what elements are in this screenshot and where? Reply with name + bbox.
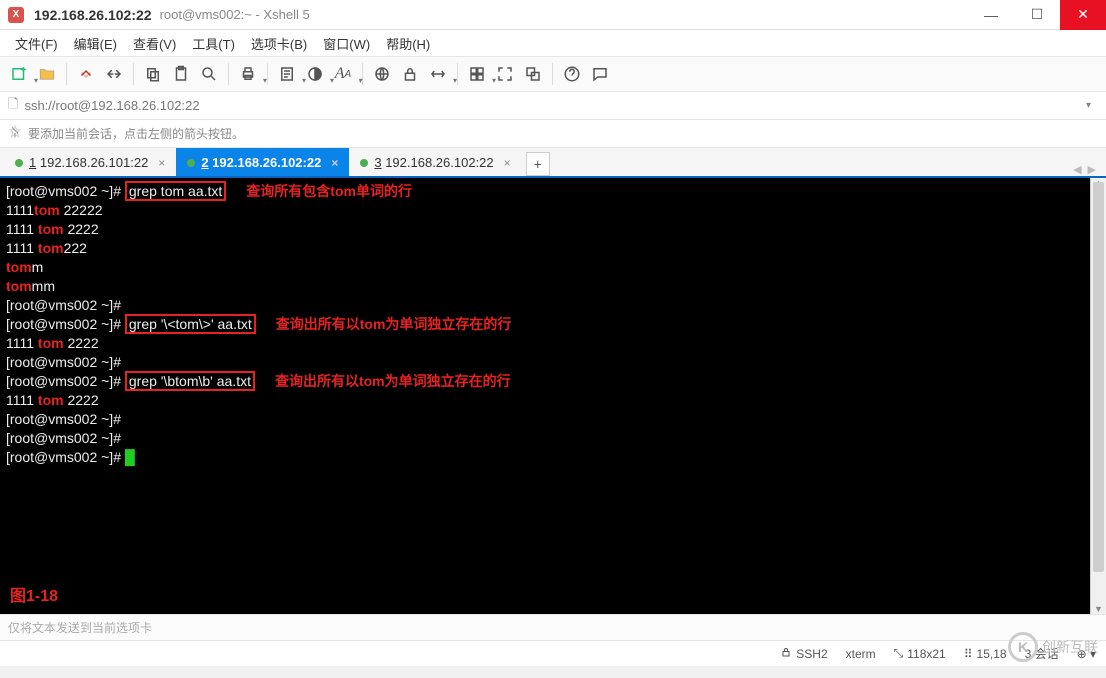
menu-tools[interactable]: 工具(T) xyxy=(185,31,242,56)
hint-bar: 要添加当前会话，点击左侧的箭头按钮。 xyxy=(0,120,1106,148)
status-cursor: ⠿15,18 xyxy=(964,647,1007,661)
tab-nav[interactable]: ◀▶ xyxy=(1067,163,1102,176)
status-proto: SSH2 xyxy=(780,646,827,661)
status-sessions: 3 会话 xyxy=(1025,645,1059,662)
toolbar: ▾ ▾ ▾ ▾ AA▾ ▾ ▾ xyxy=(0,56,1106,92)
lock-small-icon: 🗋 xyxy=(8,95,18,117)
menu-help[interactable]: 帮助(H) xyxy=(379,31,437,56)
cursor-pos-icon: ⠿ xyxy=(964,647,973,661)
menu-edit[interactable]: 编辑(E) xyxy=(67,31,124,56)
send-bar[interactable]: 仅将文本发送到当前选项卡 xyxy=(0,614,1106,640)
reconnect-icon[interactable] xyxy=(73,61,99,87)
horizontal-scroll-icon[interactable]: ▾ xyxy=(425,61,451,87)
maximize-button[interactable]: ☐ xyxy=(1014,0,1060,30)
status-dot-icon xyxy=(360,159,368,167)
add-tab-button[interactable]: + xyxy=(526,152,550,176)
menu-window[interactable]: 窗口(W) xyxy=(316,31,377,56)
disconnect-icon[interactable] xyxy=(101,61,127,87)
terminal[interactable]: [root@vms002 ~]# grep tom aa.txt查询所有包含to… xyxy=(0,178,1090,614)
status-dot-icon xyxy=(187,159,195,167)
app-icon: X xyxy=(8,7,24,23)
new-session-icon[interactable]: ▾ xyxy=(6,61,32,87)
help-icon[interactable] xyxy=(559,61,585,87)
tab-close-icon[interactable]: × xyxy=(331,156,338,170)
copy-icon[interactable] xyxy=(140,61,166,87)
address-dropdown-icon[interactable]: ▾ xyxy=(1086,100,1098,111)
tab-close-icon[interactable]: × xyxy=(158,156,165,170)
status-size: ⤡118x21 xyxy=(894,646,946,661)
font-icon[interactable]: AA▾ xyxy=(330,61,356,87)
hint-text: 要添加当前会话，点击左侧的箭头按钮。 xyxy=(28,125,244,142)
minimize-button[interactable]: — xyxy=(968,0,1014,30)
window-title-host: 192.168.26.102:22 xyxy=(34,7,152,23)
globe-icon[interactable] xyxy=(369,61,395,87)
paste-icon[interactable] xyxy=(168,61,194,87)
resize-icon: ⤡ xyxy=(894,646,904,661)
scrollbar[interactable]: ▲ ▼ xyxy=(1090,178,1106,614)
tab-1[interactable]: 1 192.168.26.101:22 × xyxy=(4,148,176,176)
send-bar-text: 仅将文本发送到当前选项卡 xyxy=(8,619,152,636)
status-menu-icon[interactable]: ⊕ ▾ xyxy=(1077,647,1096,661)
fullscreen-icon[interactable] xyxy=(492,61,518,87)
chat-icon[interactable] xyxy=(587,61,613,87)
terminal-area: [root@vms002 ~]# grep tom aa.txt查询所有包含to… xyxy=(0,178,1106,614)
status-dot-icon xyxy=(15,159,23,167)
pin-icon[interactable] xyxy=(8,125,22,142)
open-session-icon[interactable] xyxy=(34,61,60,87)
menu-bar: 文件(F) 编辑(E) 查看(V) 工具(T) 选项卡(B) 窗口(W) 帮助(… xyxy=(0,30,1106,56)
window-title-rest: root@vms002:~ - Xshell 5 xyxy=(160,7,310,22)
layout-icon[interactable]: ▾ xyxy=(464,61,490,87)
find-icon[interactable] xyxy=(196,61,222,87)
lock-icon[interactable] xyxy=(397,61,423,87)
menu-file[interactable]: 文件(F) xyxy=(8,31,65,56)
title-bar: X 192.168.26.102:22 root@vms002:~ - Xshe… xyxy=(0,0,1106,30)
address-text: ssh://root@192.168.26.102:22 xyxy=(24,98,1080,113)
menu-tabs[interactable]: 选项卡(B) xyxy=(244,31,314,56)
tab-2[interactable]: 2 192.168.26.102:22 × xyxy=(176,148,349,176)
color-scheme-icon[interactable]: ▾ xyxy=(302,61,328,87)
transparency-icon[interactable] xyxy=(520,61,546,87)
tab-3[interactable]: 3 192.168.26.102:22 × xyxy=(349,148,521,176)
figure-label: 图1-18 xyxy=(10,582,58,606)
close-button[interactable]: ✕ xyxy=(1060,0,1106,30)
menu-view[interactable]: 查看(V) xyxy=(126,31,183,56)
address-bar[interactable]: 🗋 ssh://root@192.168.26.102:22 ▾ xyxy=(0,92,1106,120)
scroll-down-icon[interactable]: ▼ xyxy=(1091,604,1106,614)
properties-icon[interactable]: ▾ xyxy=(274,61,300,87)
tab-strip: 1 192.168.26.101:22 × 2 192.168.26.102:2… xyxy=(0,148,1106,178)
print-icon[interactable]: ▾ xyxy=(235,61,261,87)
tab-close-icon[interactable]: × xyxy=(504,156,511,170)
status-term: xterm xyxy=(846,647,876,661)
scroll-thumb[interactable] xyxy=(1093,182,1104,572)
status-bar: SSH2 xterm ⤡118x21 ⠿15,18 3 会话 ⊕ ▾ xyxy=(0,640,1106,666)
